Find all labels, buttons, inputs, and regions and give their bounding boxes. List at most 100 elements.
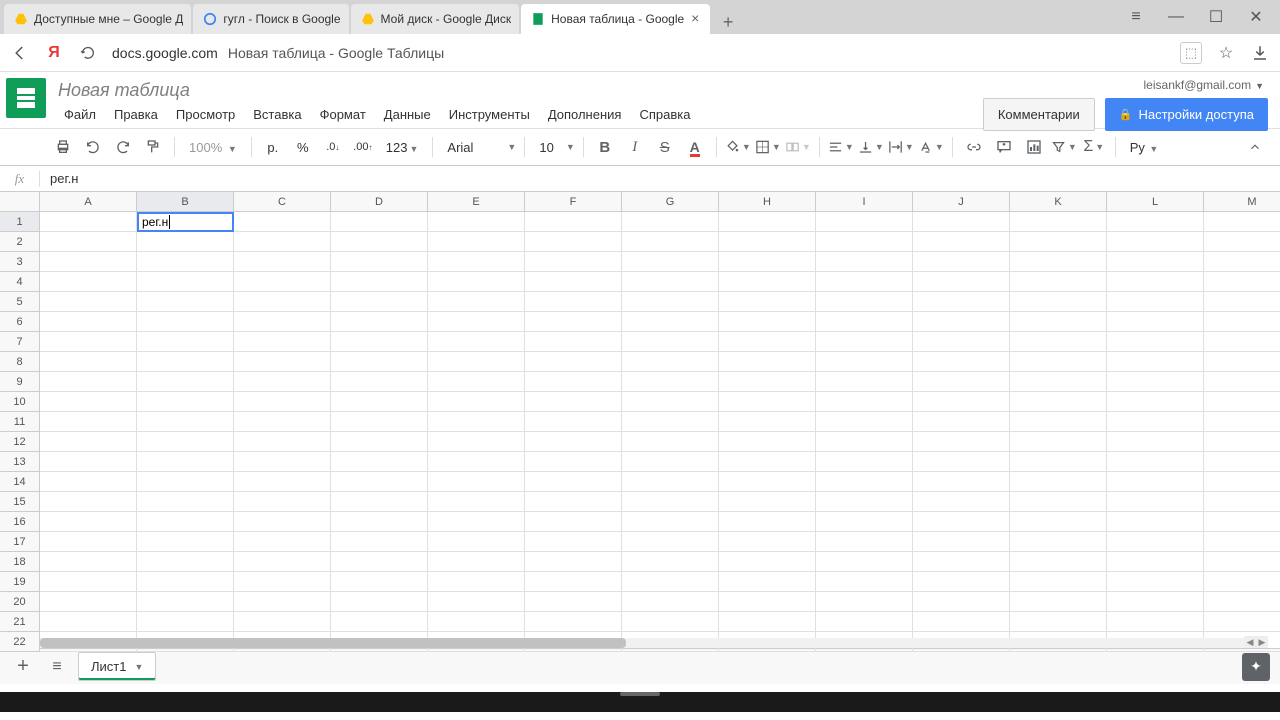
- comments-button[interactable]: Комментарии: [983, 98, 1095, 131]
- cell[interactable]: [1204, 352, 1280, 372]
- cell[interactable]: [234, 452, 331, 472]
- cell[interactable]: [137, 472, 234, 492]
- text-rotation-button[interactable]: ▼: [918, 134, 944, 160]
- row-header[interactable]: 4: [0, 272, 40, 292]
- cell[interactable]: [913, 592, 1010, 612]
- cell[interactable]: [428, 332, 525, 352]
- user-account[interactable]: leisankf@gmail.com▼: [1144, 78, 1268, 92]
- cell[interactable]: [913, 472, 1010, 492]
- cell[interactable]: [1107, 532, 1204, 552]
- cell[interactable]: [1107, 472, 1204, 492]
- cell[interactable]: [719, 272, 816, 292]
- text-wrap-button[interactable]: ▼: [888, 134, 914, 160]
- cell[interactable]: [622, 412, 719, 432]
- cell[interactable]: [719, 412, 816, 432]
- cell[interactable]: [913, 432, 1010, 452]
- cell[interactable]: [816, 392, 913, 412]
- column-header[interactable]: F: [525, 192, 622, 212]
- cell[interactable]: [816, 532, 913, 552]
- column-header[interactable]: C: [234, 192, 331, 212]
- cell[interactable]: [1204, 332, 1280, 352]
- cell[interactable]: [1010, 232, 1107, 252]
- cell[interactable]: [137, 412, 234, 432]
- cell[interactable]: [1107, 592, 1204, 612]
- cell[interactable]: [1204, 492, 1280, 512]
- cell[interactable]: [1107, 212, 1204, 232]
- font-size-select[interactable]: 10: [533, 140, 559, 155]
- row-header[interactable]: 13: [0, 452, 40, 472]
- column-header[interactable]: L: [1107, 192, 1204, 212]
- cell[interactable]: [719, 332, 816, 352]
- cell[interactable]: [1107, 252, 1204, 272]
- cell[interactable]: [816, 432, 913, 452]
- cell[interactable]: [816, 572, 913, 592]
- cell[interactable]: [1107, 232, 1204, 252]
- cell[interactable]: [428, 432, 525, 452]
- cell[interactable]: [1010, 472, 1107, 492]
- row-header[interactable]: 21: [0, 612, 40, 632]
- cell[interactable]: [331, 272, 428, 292]
- cell[interactable]: [1010, 312, 1107, 332]
- cell[interactable]: [525, 252, 622, 272]
- cell[interactable]: [525, 512, 622, 532]
- cell[interactable]: [40, 572, 137, 592]
- cell[interactable]: [913, 212, 1010, 232]
- cell[interactable]: [428, 312, 525, 332]
- cell[interactable]: [1107, 452, 1204, 472]
- reload-button[interactable]: [78, 43, 98, 63]
- cell[interactable]: [719, 392, 816, 412]
- vertical-align-button[interactable]: ▼: [858, 134, 884, 160]
- cell[interactable]: [137, 532, 234, 552]
- cell[interactable]: [234, 552, 331, 572]
- cell[interactable]: [1107, 332, 1204, 352]
- cell[interactable]: [1107, 552, 1204, 572]
- filter-button[interactable]: ▼: [1051, 134, 1077, 160]
- merge-cells-button[interactable]: ▼: [785, 134, 811, 160]
- fx-icon[interactable]: fx: [0, 171, 40, 187]
- cell[interactable]: [331, 412, 428, 432]
- cell[interactable]: [428, 372, 525, 392]
- cell[interactable]: [719, 312, 816, 332]
- cell[interactable]: [1010, 332, 1107, 352]
- cell[interactable]: [40, 472, 137, 492]
- cell[interactable]: [816, 232, 913, 252]
- decrease-decimal-button[interactable]: .0↓: [320, 134, 346, 160]
- column-header[interactable]: A: [40, 192, 137, 212]
- cell[interactable]: [913, 332, 1010, 352]
- cell[interactable]: [137, 272, 234, 292]
- cell[interactable]: [719, 232, 816, 252]
- cell[interactable]: [525, 472, 622, 492]
- cell[interactable]: [1107, 312, 1204, 332]
- number-format-select[interactable]: 123▼: [380, 140, 425, 155]
- cell[interactable]: [525, 552, 622, 572]
- column-header[interactable]: K: [1010, 192, 1107, 212]
- cell[interactable]: [719, 352, 816, 372]
- menu-file[interactable]: Файл: [56, 103, 104, 126]
- cell[interactable]: [1204, 392, 1280, 412]
- cell[interactable]: [1010, 592, 1107, 612]
- extension-icon[interactable]: ⬚: [1180, 42, 1202, 64]
- row-header[interactable]: 12: [0, 432, 40, 452]
- menu-data[interactable]: Данные: [376, 103, 439, 126]
- redo-button[interactable]: [110, 134, 136, 160]
- cell[interactable]: [428, 352, 525, 372]
- share-button[interactable]: 🔒 Настройки доступа: [1105, 98, 1268, 131]
- cell[interactable]: [137, 512, 234, 532]
- sheets-logo[interactable]: [6, 78, 46, 118]
- cell[interactable]: [913, 412, 1010, 432]
- cell[interactable]: [428, 292, 525, 312]
- cell[interactable]: [1204, 452, 1280, 472]
- cell[interactable]: [428, 532, 525, 552]
- new-tab-button[interactable]: +: [716, 10, 740, 34]
- horizontal-scrollbar[interactable]: [40, 638, 1260, 648]
- cell[interactable]: [622, 252, 719, 272]
- cell[interactable]: [1204, 212, 1280, 232]
- cell[interactable]: [428, 552, 525, 572]
- download-icon[interactable]: [1250, 43, 1270, 63]
- cell[interactable]: [428, 412, 525, 432]
- cell[interactable]: [525, 532, 622, 552]
- cell[interactable]: [40, 352, 137, 372]
- active-cell[interactable]: рег.н: [137, 212, 234, 232]
- cell[interactable]: [1204, 592, 1280, 612]
- row-header[interactable]: 1: [0, 212, 40, 232]
